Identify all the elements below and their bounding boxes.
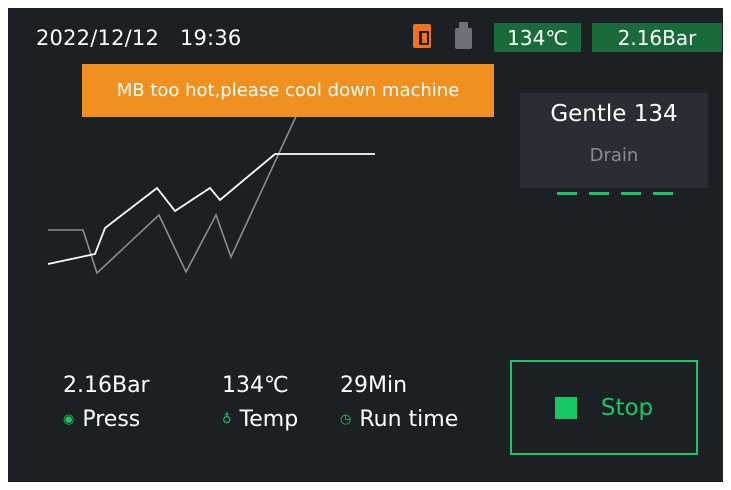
overheat-alert: MB too hot,please cool down machine	[82, 64, 494, 117]
pressure-label: Press	[82, 407, 141, 432]
clock-icon: ◷	[340, 412, 352, 427]
phase-step	[653, 192, 673, 195]
phase-progress	[557, 192, 677, 195]
temperature-curve	[47, 153, 375, 265]
program-name: Gentle 134	[550, 101, 678, 127]
temperature-value: 134℃	[222, 373, 289, 398]
stop-button[interactable]: Stop	[510, 360, 698, 455]
run-time-value: 29Min	[340, 373, 408, 398]
pressure-value: 2.16Bar	[63, 373, 150, 398]
gauge-icon: ◉	[63, 412, 75, 427]
run-time-label: Run time	[359, 407, 459, 432]
run-time-reading: 29Min ◷ Run time	[340, 373, 458, 432]
stop-square-icon	[554, 396, 577, 419]
stop-label: Stop	[600, 394, 654, 421]
phase-step	[589, 192, 609, 195]
autoclave-screen: 2022/12/12 19:36 134℃ 2.16Bar MB too hot…	[8, 8, 723, 482]
pressure-reading: 2.16Bar ◉ Press	[63, 373, 150, 432]
phase-label: Drain	[589, 145, 639, 166]
temperature-label: Temp	[239, 407, 299, 432]
pressure-curve	[48, 111, 299, 275]
phase-step	[557, 192, 577, 195]
phase-step	[621, 192, 641, 195]
program-panel: Gentle 134 Drain	[520, 93, 708, 188]
temperature-reading: 134℃ ♁ Temp	[222, 373, 298, 432]
thermometer-icon: ♁	[222, 412, 232, 427]
